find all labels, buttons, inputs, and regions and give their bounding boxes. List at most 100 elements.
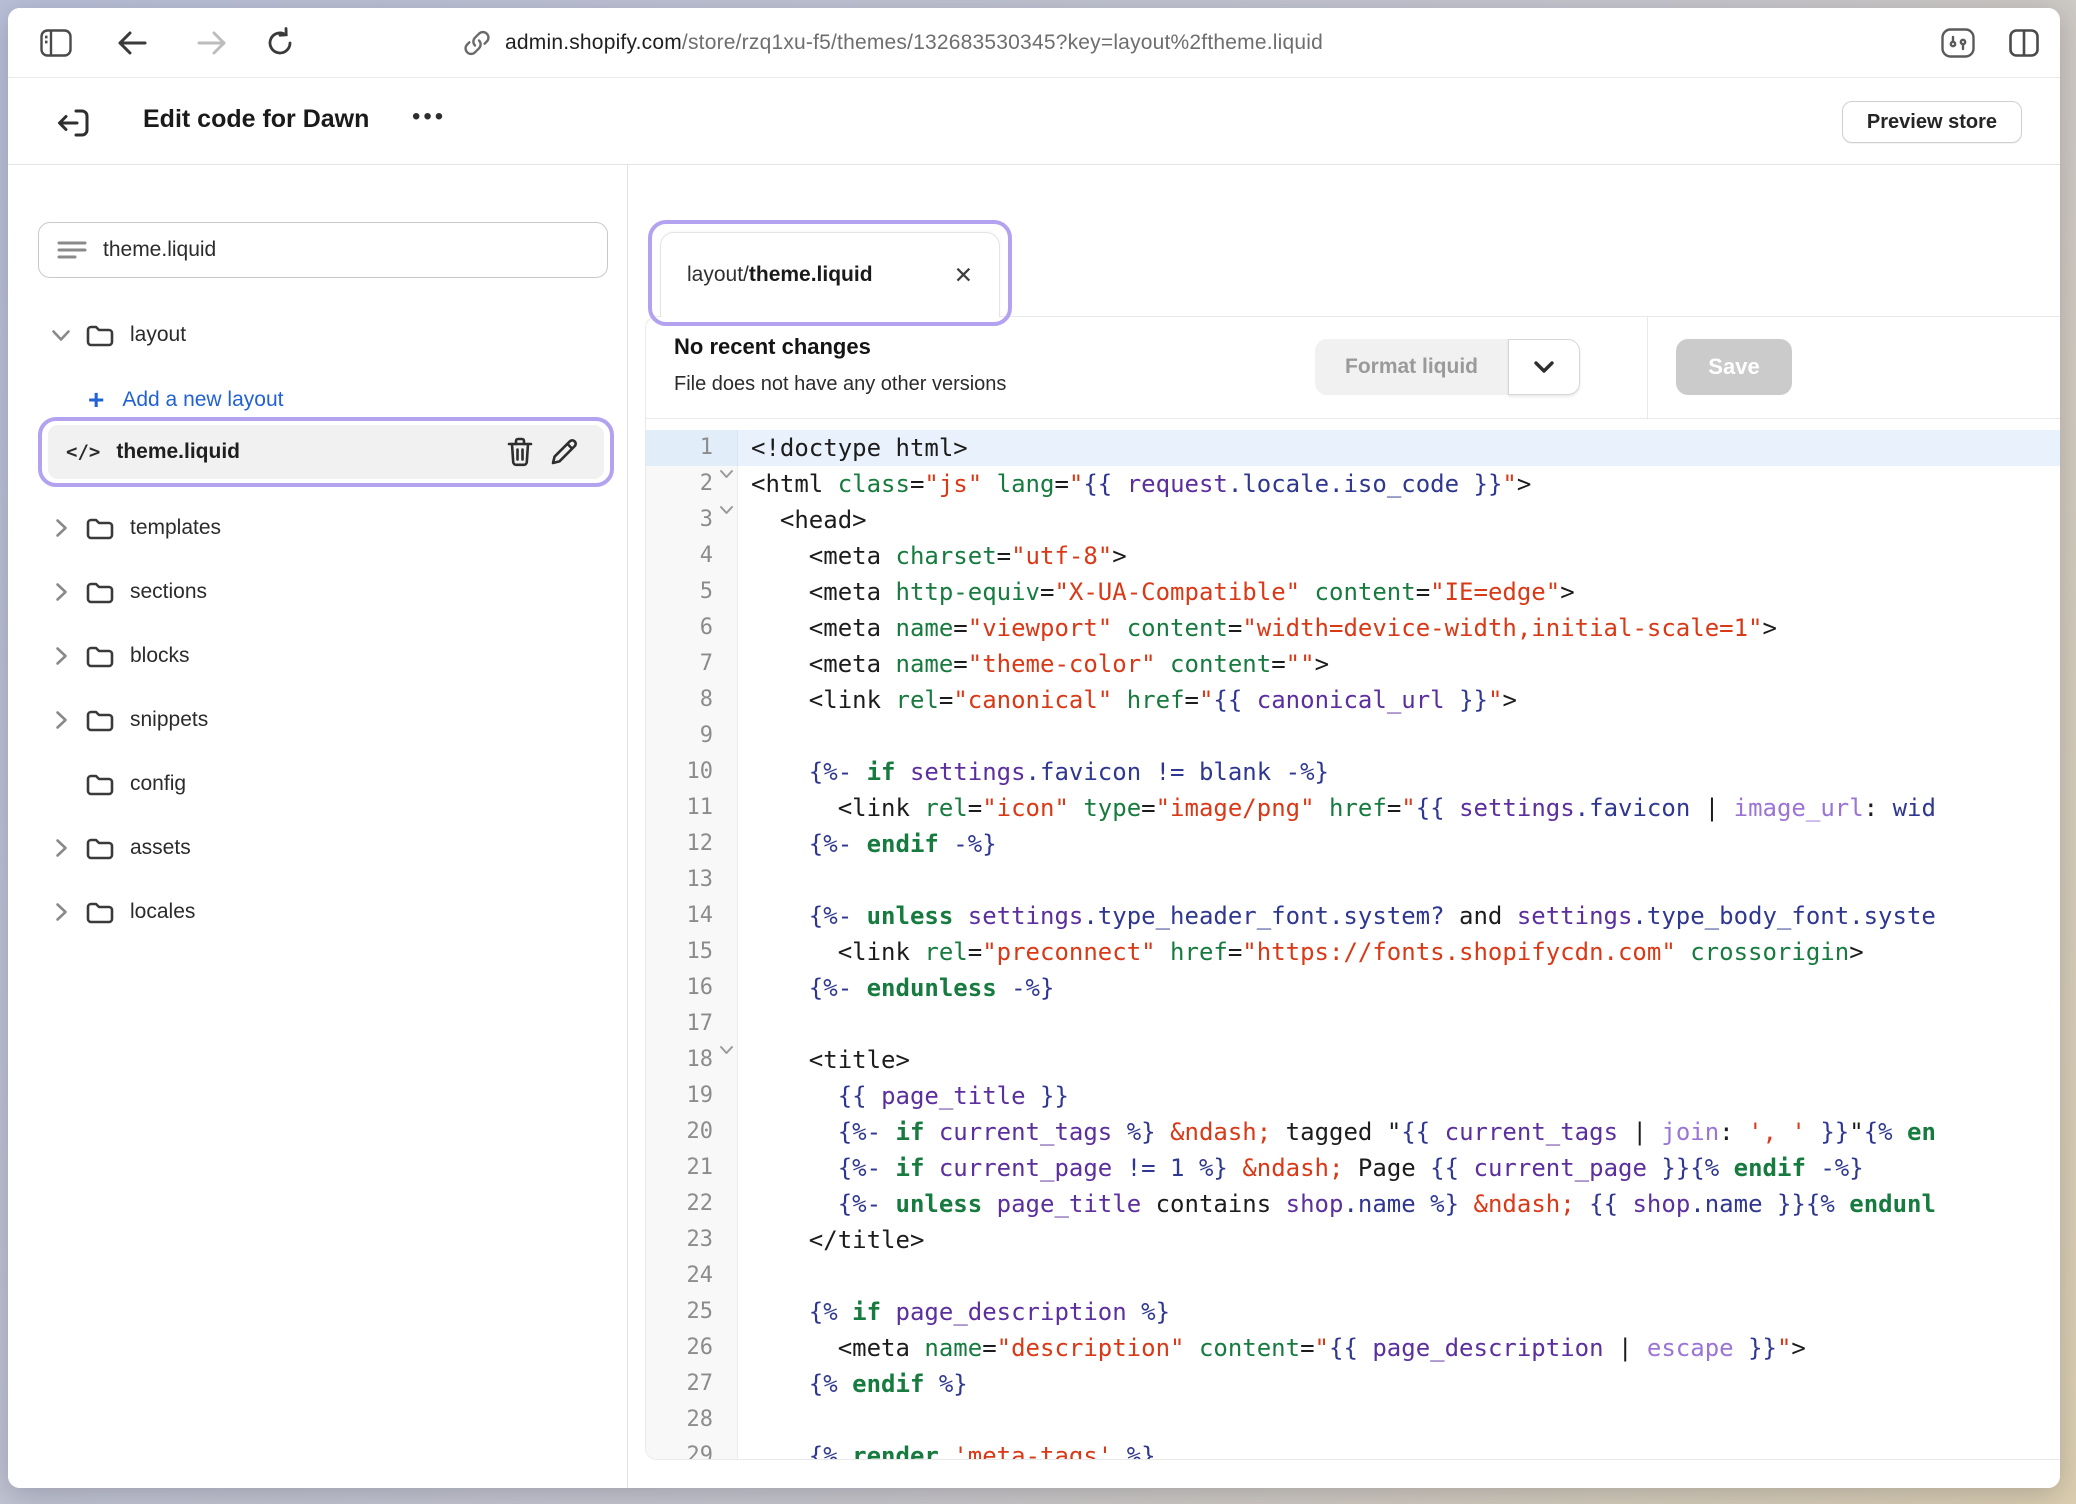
sidebar-item-layout[interactable]: layout: [8, 311, 627, 359]
rename-icon: [549, 437, 579, 467]
line-number: 19: [646, 1078, 738, 1114]
format-liquid-dropdown[interactable]: [1508, 339, 1580, 395]
more-actions-button[interactable]: •••: [412, 103, 446, 131]
folder-icon: [86, 773, 114, 796]
line-number: 23: [646, 1222, 738, 1258]
forward-icon[interactable]: [194, 25, 230, 61]
browser-window: admin.shopify.com/store/rzq1xu-f5/themes…: [8, 8, 2060, 1488]
code-line: 6 <meta name="viewport" content="width=d…: [646, 610, 2060, 646]
page-title: Edit code for Dawn: [143, 105, 369, 134]
code-line-text: <head>: [738, 502, 2060, 538]
address-bar[interactable]: admin.shopify.com/store/rzq1xu-f5/themes…: [463, 8, 1323, 78]
sidebar-item-assets[interactable]: assets: [8, 824, 627, 872]
sidebar-toggle-icon[interactable]: [38, 25, 74, 61]
code-line-text: {%- unless page_title contains shop.name…: [738, 1186, 2060, 1222]
line-number: 12: [646, 826, 738, 862]
code-line-text: {%- if current_tags %} &ndash; tagged "{…: [738, 1114, 2060, 1150]
code-line: 25 {% if page_description %}: [646, 1294, 2060, 1330]
format-liquid-button[interactable]: Format liquid: [1315, 339, 1508, 395]
rename-file-button[interactable]: [542, 432, 586, 472]
fold-toggle[interactable]: [719, 505, 734, 515]
tab-close-icon[interactable]: ✕: [954, 264, 973, 287]
chevron-right-icon[interactable]: [46, 518, 76, 538]
url-host: admin.shopify.com: [505, 31, 682, 54]
code-line: 11 <link rel="icon" type="image/png" hre…: [646, 790, 2060, 826]
line-number: 13: [646, 862, 738, 898]
add-new-layout-link[interactable]: +Add a new layout: [8, 378, 627, 422]
sidebar-item-snippets[interactable]: snippets: [8, 696, 627, 744]
fold-toggle-icon: [719, 505, 734, 515]
code-line: 23 </title>: [646, 1222, 2060, 1258]
code-line-text: {% if page_description %}: [738, 1294, 2060, 1330]
filter-icon: [57, 239, 87, 261]
folder-icon: [86, 517, 114, 540]
folder-icon: [86, 581, 114, 604]
browser-settings-icon[interactable]: [1940, 25, 1976, 61]
file-tree-sidebar: theme.liquid layout+Add a new layout</>t…: [8, 165, 628, 1488]
delete-file-button[interactable]: [498, 432, 542, 472]
sidebar-item-blocks[interactable]: blocks: [8, 632, 627, 680]
sidebar-item-sections[interactable]: sections: [8, 568, 627, 616]
line-number: 17: [646, 1006, 738, 1042]
code-line: 28: [646, 1402, 2060, 1438]
url-path: /store/rzq1xu-f5/themes/132683530345?key…: [682, 31, 1323, 54]
line-number: 5: [646, 574, 738, 610]
line-number: 29: [646, 1438, 738, 1459]
code-line: 3 <head>: [646, 502, 2060, 538]
sidebar-item-config[interactable]: config: [8, 760, 627, 808]
split-view-icon[interactable]: [2006, 25, 2042, 61]
link-icon: [463, 29, 491, 57]
line-number: 8: [646, 682, 738, 718]
chevron-right-icon[interactable]: [46, 902, 76, 922]
save-button[interactable]: Save: [1676, 339, 1792, 395]
code-line-text: </title>: [738, 1222, 2060, 1258]
code-line-text: {%- endunless -%}: [738, 970, 2060, 1006]
sidebar-item-locales[interactable]: locales: [8, 888, 627, 936]
fold-toggle[interactable]: [719, 469, 734, 479]
line-number: 10: [646, 754, 738, 790]
code-editor-pane: layout/theme.liquid ✕ No recent changes …: [628, 165, 2060, 1488]
exit-editor-icon[interactable]: [54, 104, 92, 142]
tab-theme-liquid[interactable]: layout/theme.liquid ✕: [660, 232, 1000, 317]
code-line-text: [738, 1402, 2060, 1438]
back-icon[interactable]: [114, 25, 150, 61]
code-line: 4 <meta charset="utf-8">: [646, 538, 2060, 574]
code-line-text: {%- if current_page != 1 %} &ndash; Page…: [738, 1150, 2060, 1186]
chevron-right-icon[interactable]: [46, 710, 76, 730]
chevron-down-icon[interactable]: [46, 329, 76, 342]
preview-store-button[interactable]: Preview store: [1842, 101, 2022, 143]
chevron-right-icon[interactable]: [46, 582, 76, 602]
reload-icon[interactable]: [262, 25, 298, 61]
folder-icon: [86, 901, 114, 924]
chevron-right-icon[interactable]: [46, 838, 76, 858]
code-line: 18 <title>: [646, 1042, 2060, 1078]
file-search-input[interactable]: theme.liquid: [38, 222, 608, 278]
line-number: 24: [646, 1258, 738, 1294]
code-line: 27 {% endif %}: [646, 1366, 2060, 1402]
code-line: 20 {%- if current_tags %} &ndash; tagged…: [646, 1114, 2060, 1150]
line-number: 18: [646, 1042, 738, 1078]
code-line-text: <!doctype html>: [738, 430, 2060, 466]
sidebar-item-theme-liquid[interactable]: </>theme.liquid: [48, 425, 604, 479]
code-line: 9: [646, 718, 2060, 754]
line-number: 11: [646, 790, 738, 826]
line-number: 16: [646, 970, 738, 1006]
editor-card: No recent changes File does not have any…: [645, 316, 2060, 1460]
code-line-text: {% render 'meta-tags' %}: [738, 1438, 2060, 1459]
code-line: 29 {% render 'meta-tags' %}: [646, 1438, 2060, 1459]
code-line: 16 {%- endunless -%}: [646, 970, 2060, 1006]
code-file-icon: </>: [66, 441, 100, 463]
sidebar-item-templates[interactable]: templates: [8, 504, 627, 552]
code-line-text: <meta name="viewport" content="width=dev…: [738, 610, 2060, 646]
code-line-text: {%- endif -%}: [738, 826, 2060, 862]
code-line: 1<!doctype html>: [646, 430, 2060, 466]
code-editor-content[interactable]: 1<!doctype html>2<html class="js" lang="…: [646, 420, 2060, 1459]
folder-icon: [86, 645, 114, 668]
chevron-down-icon: [1533, 360, 1555, 374]
chevron-right-icon[interactable]: [46, 646, 76, 666]
code-line: 5 <meta http-equiv="X-UA-Compatible" con…: [646, 574, 2060, 610]
editor-card-header: No recent changes File does not have any…: [646, 317, 2060, 419]
line-number: 2: [646, 466, 738, 502]
fold-toggle[interactable]: [719, 1045, 734, 1055]
line-number: 25: [646, 1294, 738, 1330]
